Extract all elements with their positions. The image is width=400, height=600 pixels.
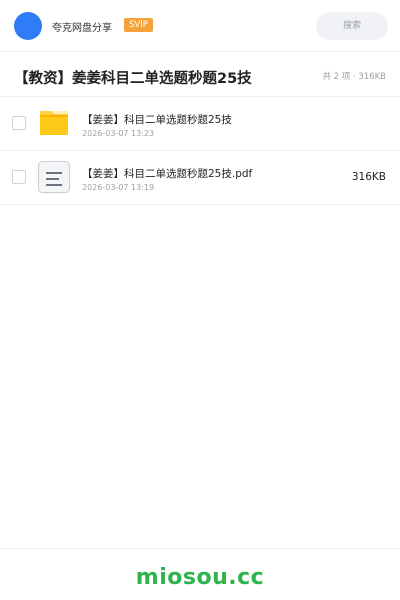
row-checkbox[interactable] — [12, 116, 26, 130]
top-bar: 夸克网盘分享 SVIP 搜索 — [0, 0, 400, 52]
search-button[interactable]: 搜索 — [316, 12, 388, 40]
svip-badge: SVIP — [124, 18, 153, 32]
file-name[interactable]: 【姜姜】科目二单选题秒题25技 — [82, 112, 232, 127]
row-checkbox[interactable] — [12, 170, 26, 184]
avatar[interactable] — [14, 12, 42, 40]
share-title-bar: 【教资】姜姜科目二单选题秒题25技 共 2 项 · 316KB — [0, 53, 400, 97]
brand-name: 夸克网盘分享 — [52, 23, 112, 34]
file-size: 316KB — [351, 171, 386, 183]
document-icon — [38, 161, 70, 193]
footer: miosou.cc — [0, 548, 400, 600]
file-row-pdf[interactable]: 【姜姜】科目二单选题秒题25技.pdf 2026-03-07 13:19 316… — [0, 151, 400, 205]
file-date: 2026-03-07 13:19 — [82, 183, 155, 192]
folder-icon — [38, 107, 70, 139]
page-title: 【教资】姜姜科目二单选题秒题25技 — [14, 71, 252, 87]
share-summary: 共 2 项 · 316KB — [322, 72, 386, 82]
file-row-folder[interactable]: 【姜姜】科目二单选题秒题25技 2026-03-07 13:23 — [0, 97, 400, 151]
file-name[interactable]: 【姜姜】科目二单选题秒题25技.pdf — [82, 166, 252, 181]
site-logo[interactable]: miosou.cc — [0, 565, 400, 590]
file-date: 2026-03-07 13:23 — [82, 129, 155, 138]
